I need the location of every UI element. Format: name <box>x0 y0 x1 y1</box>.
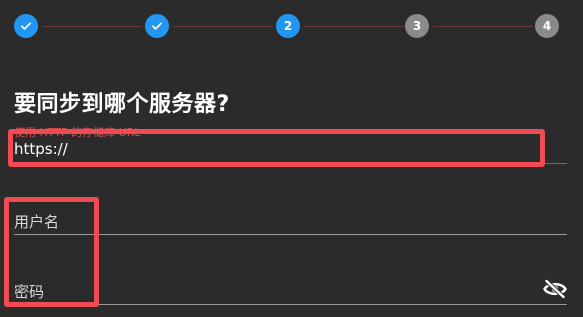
step-3-active[interactable]: 2 <box>276 14 300 38</box>
step-connector <box>42 25 142 27</box>
step-5-pending[interactable]: 4 <box>535 14 559 38</box>
step-1-complete[interactable] <box>14 14 38 38</box>
step-4-pending[interactable]: 3 <box>405 14 429 38</box>
url-input[interactable]: https:// <box>14 140 534 160</box>
eye-off-icon <box>543 279 567 299</box>
step-2-complete[interactable] <box>145 14 169 38</box>
password-visibility-toggle[interactable] <box>542 278 568 300</box>
step-connector <box>304 25 404 27</box>
step-number: 2 <box>283 19 293 33</box>
check-icon <box>152 22 162 30</box>
username-field[interactable]: 用户名 <box>14 211 59 232</box>
step-number: 4 <box>542 19 552 33</box>
step-connector <box>433 25 533 27</box>
url-hint: 使用 HTTP 的存储库 URL <box>14 126 141 139</box>
stepper: 2 3 4 <box>0 0 583 52</box>
check-icon <box>21 22 31 30</box>
url-underline <box>14 163 567 164</box>
username-underline <box>14 234 567 235</box>
password-underline <box>14 304 567 305</box>
step-number: 3 <box>412 19 422 33</box>
page-title: 要同步到哪个服务器? <box>14 92 230 117</box>
password-field[interactable]: 密码 <box>14 281 44 302</box>
step-connector <box>173 25 273 27</box>
